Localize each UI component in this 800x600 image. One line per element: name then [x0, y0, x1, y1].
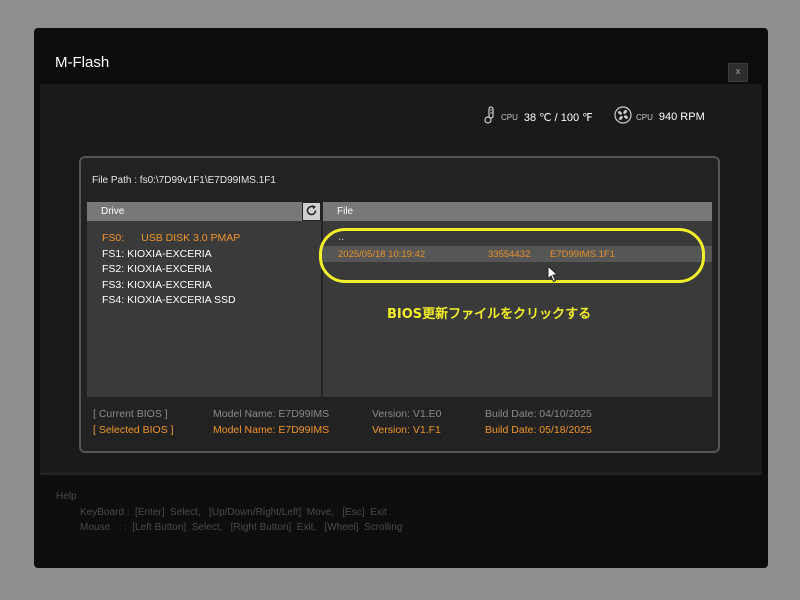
- fan-icon: [614, 105, 632, 129]
- file-path: File Path : fs0:\7D99v1F1\E7D99IMS.1F1: [92, 175, 276, 186]
- thermometer-icon: [483, 105, 497, 129]
- drive-item-fs2[interactable]: FS2: KIOXIA-EXCERIA: [102, 263, 212, 275]
- cpu-temp-value: 38 ℃ / 100 ℉: [523, 111, 593, 124]
- file-column-header: File: [323, 202, 712, 221]
- refresh-button[interactable]: [303, 203, 320, 220]
- refresh-icon: [305, 202, 318, 221]
- highlight-ellipse: [319, 228, 705, 283]
- cpu-temp-label: CPU: [501, 112, 518, 122]
- current-bios-model: Model Name: E7D99IMS: [213, 408, 330, 420]
- selected-bios-model: Model Name: E7D99IMS: [213, 424, 330, 436]
- help-keyboard: KeyBoard : [Enter] Select, [Up/Down/Righ…: [80, 507, 387, 518]
- help-divider: [40, 473, 762, 474]
- selected-bios-build-date: Build Date: 05/18/2025: [485, 424, 592, 436]
- window-title: M-Flash: [55, 54, 110, 71]
- current-bios-version: Version: V1.E0: [372, 408, 442, 420]
- drive-column-header: Drive: [87, 202, 302, 221]
- cpu-fan-value: 940 RPM: [658, 111, 705, 123]
- drive-item-fs1[interactable]: FS1: KIOXIA-EXCERIA: [102, 248, 212, 260]
- drive-item-fs3[interactable]: FS3: KIOXIA-EXCERIA: [102, 279, 212, 291]
- mouse-pointer-icon: [547, 264, 559, 287]
- selected-bios-label: [ Selected BIOS ]: [93, 424, 174, 436]
- help-title: Help: [56, 491, 77, 502]
- drive-name: USB DISK 3.0 PMAP: [141, 232, 241, 244]
- drive-item-fs4[interactable]: FS4: KIOXIA-EXCERIA SSD: [102, 294, 236, 306]
- drive-id: FS0:: [102, 232, 125, 244]
- instruction-annotation: BIOS更新ファイルをクリックする: [387, 307, 592, 322]
- cpu-fan-label: CPU: [636, 112, 653, 122]
- selected-bios-version: Version: V1.F1: [372, 424, 441, 436]
- current-bios-label: [ Current BIOS ]: [93, 408, 168, 420]
- help-mouse: Mouse : [Left Button] Select, [Right But…: [80, 522, 403, 533]
- current-bios-build-date: Build Date: 04/10/2025: [485, 408, 592, 420]
- cpu-temperature-status: CPU 38 ℃ / 100 ℉: [483, 105, 593, 129]
- drive-item-fs0[interactable]: FS0: USB DISK 3.0 PMAP: [102, 232, 240, 244]
- close-button[interactable]: x: [728, 63, 748, 82]
- cpu-fan-status: CPU 940 RPM: [614, 105, 705, 129]
